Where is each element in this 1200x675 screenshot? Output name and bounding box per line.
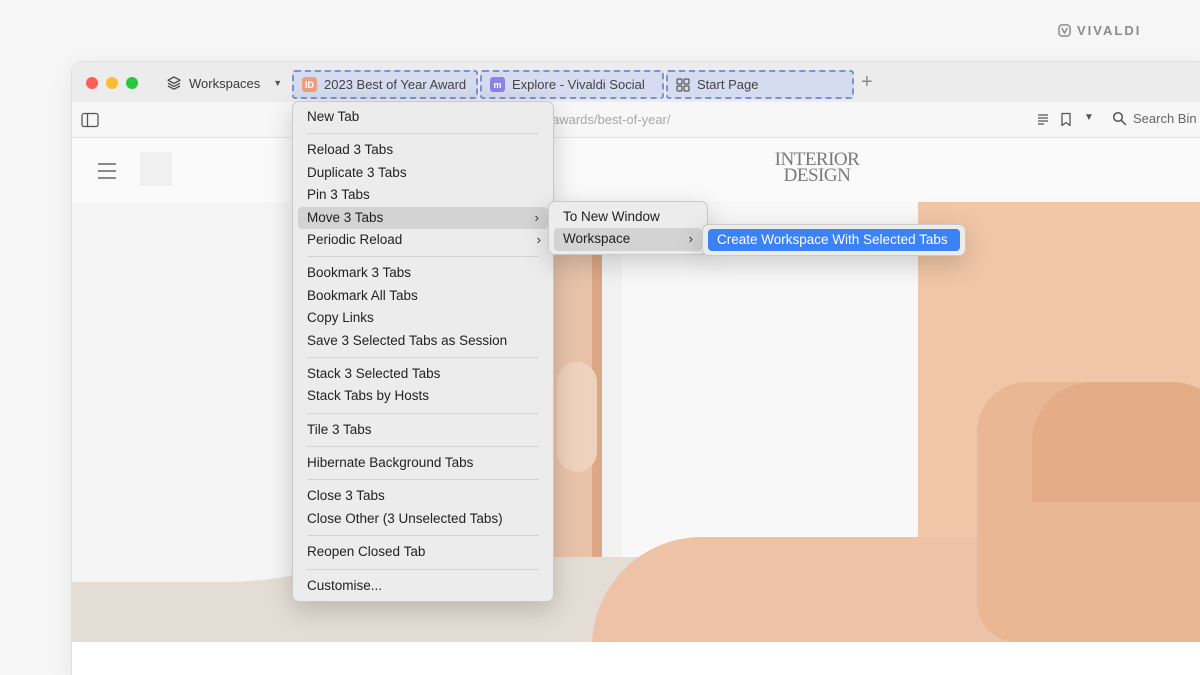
tab-label: Start Page [697,77,759,92]
menu-item-periodic-reload[interactable]: Periodic Reload › [293,229,553,251]
chevron-down-icon[interactable]: ▼ [1084,112,1094,123]
tab-interior-design[interactable]: ID 2023 Best of Year Award W [292,70,478,99]
mastodon-icon: m [490,77,505,92]
workspaces-label: Workspaces [189,75,261,91]
menu-item-close-other[interactable]: Close Other (3 Unselected Tabs) [293,508,553,530]
hero-image [72,202,1200,642]
tab-bar: Workspaces ▼ ID 2023 Best of Year Award … [72,62,1200,102]
logo-line: DESIGN [783,165,851,186]
minimize-window-button[interactable] [106,77,118,89]
menu-item-bookmark-all[interactable]: Bookmark All Tabs [293,285,553,307]
menu-separator [307,446,539,448]
panel-toggle-icon[interactable] [81,112,99,128]
menu-item-new-window[interactable]: To New Window [549,206,707,228]
menu-item-stack-by-hosts[interactable]: Stack Tabs by Hosts [293,385,553,407]
grid-icon [676,77,690,92]
site-logo[interactable]: INTERIOR DESIGN [762,150,872,186]
layers-icon [167,76,181,90]
menu-item-close[interactable]: Close 3 Tabs [293,485,553,507]
placeholder-box [140,152,172,186]
menu-item-label: Workspace [563,231,631,247]
vase-shape [557,362,597,472]
tab-start-page[interactable]: Start Page [666,70,854,99]
menu-item-label: Move 3 Tabs [307,209,384,225]
menu-item-customise[interactable]: Customise... [293,575,553,597]
zoom-window-button[interactable] [126,77,138,89]
menu-item-bookmark[interactable]: Bookmark 3 Tabs [293,262,553,284]
menu-separator [307,256,539,258]
tab-label: Explore - Vivaldi Social [512,77,645,92]
bookmark-icon[interactable] [1060,112,1072,127]
menu-item-save-session[interactable]: Save 3 Selected Tabs as Session [293,330,553,352]
url-field[interactable]: awards/best-of-year/ [552,112,671,127]
tab-label: 2023 Best of Year Award W [324,77,468,92]
workspace-submenu: Create Workspace With Selected Tabs [702,224,966,256]
menu-item-new-tab[interactable]: New Tab [293,106,553,128]
page-header: INTERIOR DESIGN [72,138,1200,202]
close-window-button[interactable] [86,77,98,89]
menu-icon[interactable] [98,163,116,184]
chevron-down-icon: ▼ [273,78,283,88]
menu-item-reload[interactable]: Reload 3 Tabs [293,139,553,161]
menu-separator [307,535,539,537]
menu-item-reopen[interactable]: Reopen Closed Tab [293,541,553,563]
menu-item-hibernate[interactable]: Hibernate Background Tabs [293,452,553,474]
menu-separator [307,356,539,358]
menu-separator [307,133,539,135]
menu-item-create-workspace[interactable]: Create Workspace With Selected Tabs [708,229,960,251]
new-tab-button[interactable]: + [861,71,873,94]
brand-name: VIVALDI [1077,23,1142,38]
menu-item-copy-links[interactable]: Copy Links [293,307,553,329]
chair-back-shape [1032,382,1200,502]
menu-item-move[interactable]: Move 3 Tabs › [298,206,548,229]
browser-window: Workspaces ▼ ID 2023 Best of Year Award … [72,62,1200,675]
chevron-right-icon: › [536,231,541,247]
reader-view-icon[interactable] [1037,113,1049,125]
menu-item-pin[interactable]: Pin 3 Tabs [293,184,553,206]
menu-item-tile[interactable]: Tile 3 Tabs [293,419,553,441]
menu-item-workspace[interactable]: Workspace › [554,228,702,251]
menu-item-label: Periodic Reload [307,231,403,247]
move-tabs-submenu: To New Window Workspace › [548,201,708,255]
vivaldi-brand: VIVALDI [1058,23,1141,38]
menu-item-duplicate[interactable]: Duplicate 3 Tabs [293,162,553,184]
chevron-right-icon: › [534,209,539,225]
vivaldi-logo-icon [1058,24,1071,37]
tab-vivaldi-social[interactable]: m Explore - Vivaldi Social [480,70,664,99]
interior-design-favicon-icon: ID [302,77,317,92]
tab-context-menu: New Tab Reload 3 Tabs Duplicate 3 Tabs P… [292,101,554,602]
address-bar: awards/best-of-year/ ▼ Search Bin [72,102,1200,138]
menu-separator [307,412,539,414]
menu-item-stack-selected[interactable]: Stack 3 Selected Tabs [293,363,553,385]
search-field[interactable]: Search Bin [1112,111,1197,126]
search-placeholder: Search Bin [1133,111,1197,126]
menu-separator [307,568,539,570]
search-icon [1112,111,1127,126]
workspaces-button[interactable]: Workspaces ▼ [166,73,282,93]
chevron-right-icon: › [688,231,693,247]
menu-separator [307,479,539,481]
